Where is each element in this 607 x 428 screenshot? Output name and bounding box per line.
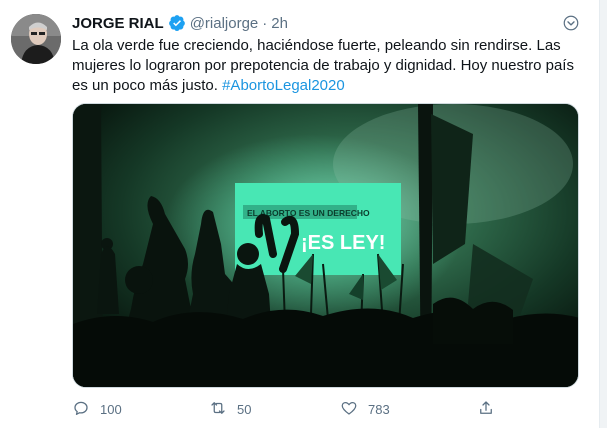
heart-icon <box>340 399 358 420</box>
tweet-card[interactable]: JORGE RIAL @rialjorge · 2h La ola verde … <box>0 0 607 428</box>
like-count: 783 <box>368 401 390 417</box>
protest-photo: EL ABORTO ES UN DERECHO ¡ES LEY! <box>73 104 578 387</box>
scrollbar-track[interactable] <box>599 0 607 428</box>
separator-dot: · <box>262 14 268 32</box>
reply-count: 100 <box>100 401 122 417</box>
verified-badge-icon <box>168 14 186 32</box>
tweet-photo[interactable]: EL ABORTO ES UN DERECHO ¡ES LEY! <box>72 103 579 388</box>
tweet-text: La ola verde fue creciendo, haciéndose f… <box>72 36 584 96</box>
retweet-icon <box>209 399 227 420</box>
hashtag-link[interactable]: #AbortoLegal2020 <box>222 77 345 94</box>
tweet-text-line: La ola verde fue creciendo, haciéndose f… <box>72 37 561 54</box>
like-button[interactable]: 783 <box>340 398 390 420</box>
screen-text-main: ¡ES LEY! <box>301 232 385 254</box>
avatar-image <box>11 14 61 64</box>
tweet-actions: 100 50 783 <box>72 398 512 420</box>
reply-icon <box>72 399 90 420</box>
reply-button[interactable]: 100 <box>72 398 122 420</box>
share-button[interactable] <box>477 398 495 420</box>
retweet-count: 50 <box>237 401 252 417</box>
tweet-text-line-with-hashtag: es un poco más justo. #AbortoLegal2020 <box>72 76 584 96</box>
author-handle[interactable]: @rialjorge <box>190 15 259 32</box>
tweet-timestamp[interactable]: 2h <box>271 15 288 32</box>
author-name[interactable]: JORGE RIAL <box>72 15 164 32</box>
tweet-text-line: mujeres lo lograron por prepotencia de t… <box>72 57 574 74</box>
more-options-icon[interactable] <box>562 14 580 32</box>
retweet-button[interactable]: 50 <box>209 398 251 420</box>
share-icon <box>477 399 495 420</box>
avatar[interactable] <box>11 14 61 64</box>
tweet-text-line: es un poco más justo. <box>72 77 223 94</box>
tweet-header: JORGE RIAL @rialjorge · 2h <box>72 13 288 33</box>
